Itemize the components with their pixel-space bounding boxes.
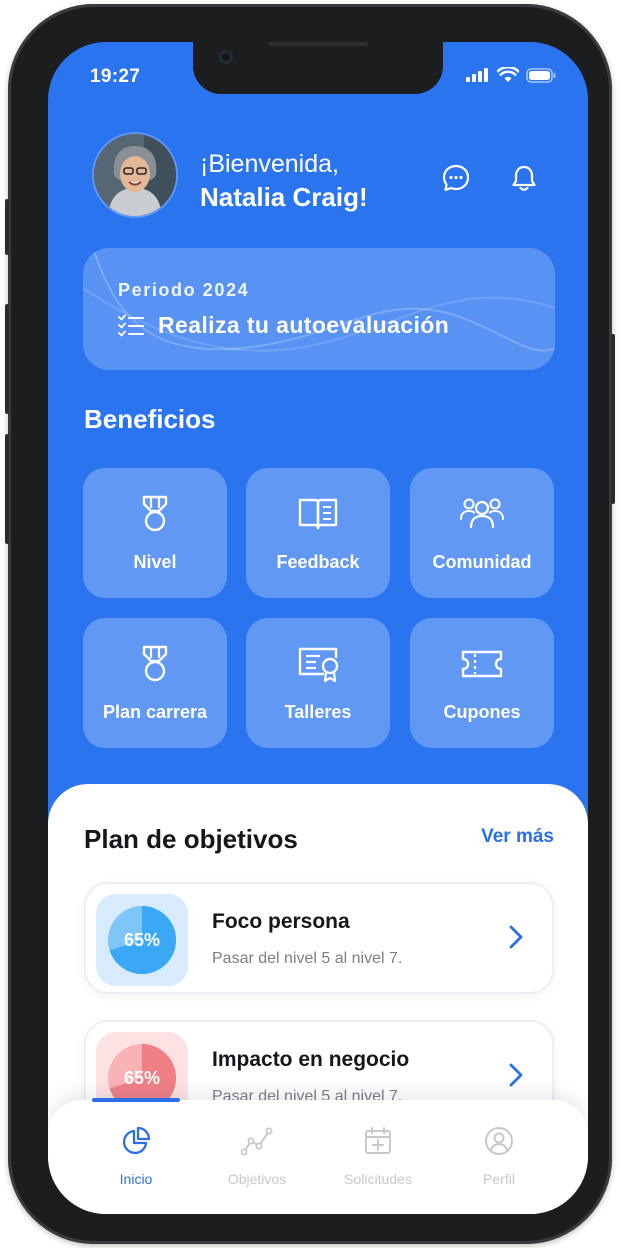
battery-icon (526, 67, 556, 83)
benefit-label: Plan carrera (102, 702, 208, 722)
calendar-plus-icon (365, 1127, 391, 1154)
benefit-label: Feedback (276, 552, 360, 572)
volume-up-button (5, 304, 9, 414)
front-camera (219, 50, 233, 64)
progress-badge: 65% (96, 894, 188, 986)
benefit-tile-comunidad[interactable]: Comunidad (410, 468, 554, 598)
user-icon (485, 1127, 513, 1155)
goal-card[interactable]: 65% Foco persona Pasar del nivel 5 al ni… (84, 882, 554, 994)
goal-title: Foco persona (212, 910, 350, 933)
self-evaluation-card[interactable]: Periodo 2024 Realiza tu autoevaluación (83, 248, 555, 370)
benefit-label: Nivel (133, 552, 177, 572)
nav-item-objetivos[interactable]: Objetivos (197, 1126, 317, 1187)
benefit-label: Talleres (284, 702, 352, 722)
notifications-button[interactable] (508, 162, 540, 194)
user-photo (94, 134, 176, 216)
status-time: 19:27 (90, 66, 141, 87)
wifi-icon (497, 67, 519, 82)
book-icon (298, 498, 338, 530)
benefit-tile-plan-carrera[interactable]: Plan carrera (83, 618, 227, 748)
self-evaluation-link[interactable]: Realiza tu autoevaluación (118, 312, 449, 339)
medal-icon (142, 495, 168, 532)
period-label: Periodo 2024 (118, 280, 250, 300)
objectives-title: Plan de objetivos (84, 824, 298, 854)
greeting-text: ¡Bienvenida, (200, 150, 339, 178)
card-decoration (83, 248, 555, 352)
speaker (268, 42, 368, 46)
bottom-nav: Inicio Objetivos Solicitudes Perfil (48, 1098, 588, 1214)
user-name: Natalia Craig! (200, 182, 368, 212)
benefit-tile-feedback[interactable]: Feedback (246, 468, 390, 598)
medal-icon (142, 645, 168, 682)
avatar[interactable] (94, 134, 176, 216)
status-icons (466, 67, 556, 83)
chat-button[interactable] (440, 162, 472, 194)
power-button (611, 334, 615, 504)
benefit-tile-talleres[interactable]: Talleres (246, 618, 390, 748)
nav-item-perfil[interactable]: Perfil (439, 1126, 559, 1187)
checklist-icon (118, 314, 144, 336)
active-tab-indicator (92, 1098, 180, 1102)
benefit-tile-nivel[interactable]: Nivel (83, 468, 227, 598)
nav-label: Inicio (119, 1171, 153, 1187)
volume-down-button (5, 434, 9, 544)
progress-label: 65% (123, 930, 161, 950)
nav-item-inicio[interactable]: Inicio (76, 1126, 196, 1187)
bell-icon (512, 165, 536, 191)
signal-icon (466, 68, 488, 82)
nav-label: Perfil (483, 1171, 515, 1187)
certificate-icon (298, 647, 339, 683)
benefit-tile-cupones[interactable]: Cupones (410, 618, 554, 748)
trend-icon (240, 1127, 273, 1156)
ticket-icon (461, 650, 503, 678)
phone-frame: 19:27 ¡Bienvenida, Natalia Craig! Period… (5, 4, 615, 1244)
self-evaluation-label: Realiza tu autoevaluación (158, 312, 450, 338)
community-icon (460, 498, 504, 529)
nav-label: Objetivos (227, 1171, 287, 1187)
notch (193, 42, 443, 94)
chat-icon (442, 164, 470, 192)
goal-title: Impacto en negocio (212, 1048, 410, 1071)
benefit-label: Cupones (443, 702, 521, 722)
side-button (5, 199, 9, 255)
greeting-block: ¡Bienvenida, Natalia Craig! (200, 148, 368, 214)
benefit-label: Comunidad (432, 552, 532, 572)
app-screen: 19:27 ¡Bienvenida, Natalia Craig! Period… (48, 42, 588, 1214)
pie-chart-icon (122, 1126, 151, 1155)
goal-description: Pasar del nivel 5 al nivel 7. (212, 950, 403, 967)
see-more-link[interactable]: Ver más (481, 826, 554, 848)
progress-label: 65% (123, 1068, 161, 1088)
nav-label: Solicitudes (344, 1171, 412, 1187)
benefits-title: Beneficios (84, 404, 216, 434)
nav-item-solicitudes[interactable]: Solicitudes (318, 1126, 438, 1187)
chevron-right-icon[interactable] (508, 1062, 524, 1088)
chevron-right-icon[interactable] (508, 924, 524, 950)
